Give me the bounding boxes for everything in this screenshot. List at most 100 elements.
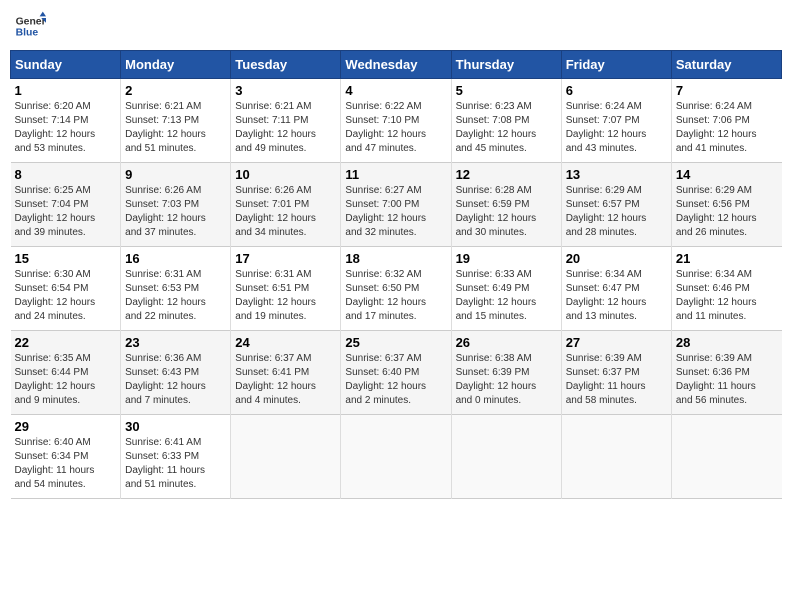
day-detail: Sunrise: 6:22 AM Sunset: 7:10 PM Dayligh…	[345, 100, 446, 156]
day-detail: Sunrise: 6:31 AM Sunset: 6:51 PM Dayligh…	[235, 268, 336, 324]
day-number: 8	[15, 167, 117, 182]
day-of-week-header: Friday	[561, 51, 671, 79]
calendar-cell: 4 Sunrise: 6:22 AM Sunset: 7:10 PM Daylig…	[341, 79, 451, 163]
svg-text:Blue: Blue	[16, 28, 39, 39]
calendar-cell: 30Sunrise: 6:41 AM Sunset: 6:33 PM Dayli…	[121, 415, 231, 499]
calendar-cell: 11Sunrise: 6:27 AM Sunset: 7:00 PM Dayli…	[341, 163, 451, 247]
day-number: 24	[235, 335, 336, 350]
calendar-cell: 5 Sunrise: 6:23 AM Sunset: 7:08 PM Daylig…	[451, 79, 561, 163]
day-detail: Sunrise: 6:34 AM Sunset: 6:46 PM Dayligh…	[676, 268, 778, 324]
calendar-cell	[231, 415, 341, 499]
day-detail: Sunrise: 6:25 AM Sunset: 7:04 PM Dayligh…	[15, 184, 117, 240]
day-of-week-header: Sunday	[11, 51, 121, 79]
page-header: General Blue	[10, 10, 782, 42]
day-number: 6	[566, 83, 667, 98]
day-number: 29	[15, 419, 117, 434]
calendar-table: SundayMondayTuesdayWednesdayThursdayFrid…	[10, 50, 782, 499]
calendar-cell: 25 Sunrise: 6:37 AM Sunset: 6:40 PM Dayli…	[341, 331, 451, 415]
week-row: 8 Sunrise: 6:25 AM Sunset: 7:04 PM Daylig…	[11, 163, 782, 247]
calendar-cell: 16 Sunrise: 6:31 AM Sunset: 6:53 PM Dayli…	[121, 247, 231, 331]
week-row: 22Sunrise: 6:35 AM Sunset: 6:44 PM Dayli…	[11, 331, 782, 415]
calendar-cell: 12 Sunrise: 6:28 AM Sunset: 6:59 PM Dayli…	[451, 163, 561, 247]
calendar-cell: 8 Sunrise: 6:25 AM Sunset: 7:04 PM Daylig…	[11, 163, 121, 247]
day-detail: Sunrise: 6:31 AM Sunset: 6:53 PM Dayligh…	[125, 268, 226, 324]
day-of-week-header: Thursday	[451, 51, 561, 79]
week-row: 15 Sunrise: 6:30 AM Sunset: 6:54 PM Dayli…	[11, 247, 782, 331]
day-number: 11	[345, 167, 446, 182]
day-detail: Sunrise: 6:39 AM Sunset: 6:36 PM Dayligh…	[676, 352, 778, 408]
week-row: 29Sunrise: 6:40 AM Sunset: 6:34 PM Dayli…	[11, 415, 782, 499]
calendar-cell	[671, 415, 781, 499]
day-detail: Sunrise: 6:33 AM Sunset: 6:49 PM Dayligh…	[456, 268, 557, 324]
calendar-cell: 9 Sunrise: 6:26 AM Sunset: 7:03 PM Daylig…	[121, 163, 231, 247]
day-detail: Sunrise: 6:30 AM Sunset: 6:54 PM Dayligh…	[15, 268, 117, 324]
calendar-cell: 22Sunrise: 6:35 AM Sunset: 6:44 PM Dayli…	[11, 331, 121, 415]
calendar-cell: 27 Sunrise: 6:39 AM Sunset: 6:37 PM Dayli…	[561, 331, 671, 415]
calendar-cell: 26 Sunrise: 6:38 AM Sunset: 6:39 PM Dayli…	[451, 331, 561, 415]
calendar-cell: 1 Sunrise: 6:20 AM Sunset: 7:14 PM Daylig…	[11, 79, 121, 163]
calendar-cell	[341, 415, 451, 499]
day-detail: Sunrise: 6:24 AM Sunset: 7:07 PM Dayligh…	[566, 100, 667, 156]
day-of-week-header: Wednesday	[341, 51, 451, 79]
day-number: 10	[235, 167, 336, 182]
day-detail: Sunrise: 6:26 AM Sunset: 7:03 PM Dayligh…	[125, 184, 226, 240]
calendar-cell: 21 Sunrise: 6:34 AM Sunset: 6:46 PM Dayli…	[671, 247, 781, 331]
day-number: 18	[345, 251, 446, 266]
calendar-cell	[451, 415, 561, 499]
day-number: 20	[566, 251, 667, 266]
calendar-cell: 28 Sunrise: 6:39 AM Sunset: 6:36 PM Dayli…	[671, 331, 781, 415]
day-of-week-header: Saturday	[671, 51, 781, 79]
day-number: 17	[235, 251, 336, 266]
day-number: 2	[125, 83, 226, 98]
calendar-cell: 17 Sunrise: 6:31 AM Sunset: 6:51 PM Dayli…	[231, 247, 341, 331]
day-number: 12	[456, 167, 557, 182]
day-number: 13	[566, 167, 667, 182]
day-of-week-header: Monday	[121, 51, 231, 79]
day-of-week-header: Tuesday	[231, 51, 341, 79]
day-number: 19	[456, 251, 557, 266]
calendar-header-row: SundayMondayTuesdayWednesdayThursdayFrid…	[11, 51, 782, 79]
day-number: 4	[345, 83, 446, 98]
day-detail: Sunrise: 6:34 AM Sunset: 6:47 PM Dayligh…	[566, 268, 667, 324]
calendar-cell: 19 Sunrise: 6:33 AM Sunset: 6:49 PM Dayli…	[451, 247, 561, 331]
day-number: 25	[345, 335, 446, 350]
day-detail: Sunrise: 6:37 AM Sunset: 6:40 PM Dayligh…	[345, 352, 446, 408]
day-number: 21	[676, 251, 778, 266]
day-number: 14	[676, 167, 778, 182]
calendar-cell: 20 Sunrise: 6:34 AM Sunset: 6:47 PM Dayli…	[561, 247, 671, 331]
day-detail: Sunrise: 6:36 AM Sunset: 6:43 PM Dayligh…	[125, 352, 226, 408]
day-detail: Sunrise: 6:26 AM Sunset: 7:01 PM Dayligh…	[235, 184, 336, 240]
day-number: 26	[456, 335, 557, 350]
day-number: 28	[676, 335, 778, 350]
calendar-cell: 10 Sunrise: 6:26 AM Sunset: 7:01 PM Dayli…	[231, 163, 341, 247]
day-detail: Sunrise: 6:39 AM Sunset: 6:37 PM Dayligh…	[566, 352, 667, 408]
day-number: 9	[125, 167, 226, 182]
calendar-cell: 24 Sunrise: 6:37 AM Sunset: 6:41 PM Dayli…	[231, 331, 341, 415]
day-detail: Sunrise: 6:29 AM Sunset: 6:56 PM Dayligh…	[676, 184, 778, 240]
day-detail: Sunrise: 6:20 AM Sunset: 7:14 PM Dayligh…	[15, 100, 117, 156]
calendar-cell: 15 Sunrise: 6:30 AM Sunset: 6:54 PM Dayli…	[11, 247, 121, 331]
day-detail: Sunrise: 6:35 AM Sunset: 6:44 PM Dayligh…	[15, 352, 117, 408]
day-number: 15	[15, 251, 117, 266]
calendar-cell: 29Sunrise: 6:40 AM Sunset: 6:34 PM Dayli…	[11, 415, 121, 499]
day-detail: Sunrise: 6:23 AM Sunset: 7:08 PM Dayligh…	[456, 100, 557, 156]
logo-icon: General Blue	[14, 10, 46, 42]
day-detail: Sunrise: 6:21 AM Sunset: 7:13 PM Dayligh…	[125, 100, 226, 156]
calendar-cell: 3Sunrise: 6:21 AM Sunset: 7:11 PM Daylig…	[231, 79, 341, 163]
day-detail: Sunrise: 6:28 AM Sunset: 6:59 PM Dayligh…	[456, 184, 557, 240]
day-number: 7	[676, 83, 778, 98]
day-number: 23	[125, 335, 226, 350]
calendar-cell: 18Sunrise: 6:32 AM Sunset: 6:50 PM Dayli…	[341, 247, 451, 331]
week-row: 1 Sunrise: 6:20 AM Sunset: 7:14 PM Daylig…	[11, 79, 782, 163]
day-number: 1	[15, 83, 117, 98]
day-number: 3	[235, 83, 336, 98]
calendar-cell: 6 Sunrise: 6:24 AM Sunset: 7:07 PM Daylig…	[561, 79, 671, 163]
calendar-cell: 14 Sunrise: 6:29 AM Sunset: 6:56 PM Dayli…	[671, 163, 781, 247]
day-number: 16	[125, 251, 226, 266]
day-detail: Sunrise: 6:24 AM Sunset: 7:06 PM Dayligh…	[676, 100, 778, 156]
day-number: 27	[566, 335, 667, 350]
day-detail: Sunrise: 6:37 AM Sunset: 6:41 PM Dayligh…	[235, 352, 336, 408]
day-detail: Sunrise: 6:38 AM Sunset: 6:39 PM Dayligh…	[456, 352, 557, 408]
day-number: 5	[456, 83, 557, 98]
calendar-cell: 2 Sunrise: 6:21 AM Sunset: 7:13 PM Daylig…	[121, 79, 231, 163]
